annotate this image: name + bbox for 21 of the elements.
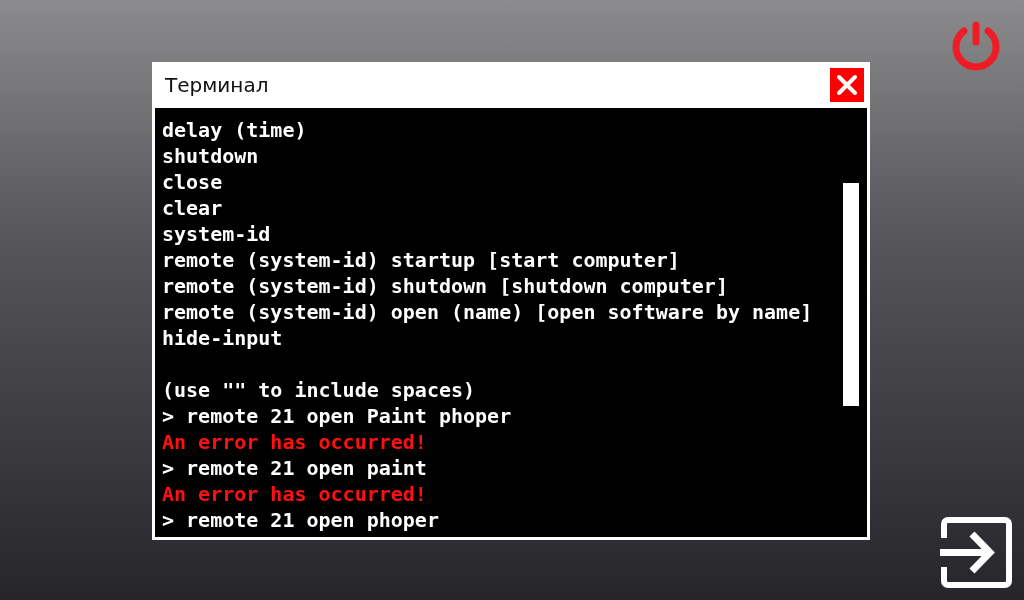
scrollbar-thumb[interactable] [843, 183, 859, 406]
terminal-line: (use "" to include spaces) [162, 377, 477, 403]
terminal-line: system-id [162, 221, 272, 247]
terminal-line: > remote 21 open paint [162, 455, 428, 481]
terminal-line: > remote 21 open Paint phoper [162, 403, 513, 429]
terminal-line: remote (system-id) shutdown [shutdown computer] [162, 273, 729, 299]
terminal-line: hide-input [162, 325, 284, 351]
error-message: An error has occurred! [162, 481, 428, 507]
terminal-line: > remote 21 open phoper [162, 507, 440, 533]
error-message: An error has occurred! [162, 429, 428, 455]
terminal-line: shutdown [162, 143, 260, 169]
terminal-line: remote (system-id) open (name) [open software by name] [162, 299, 814, 325]
close-icon [836, 74, 858, 96]
exit-icon [940, 516, 1013, 589]
terminal-line: close [162, 169, 224, 195]
window-title: Терминал [165, 73, 269, 97]
close-button[interactable] [830, 68, 864, 102]
exit-button[interactable] [940, 516, 1013, 589]
terminal-line: clear [162, 195, 224, 221]
terminal-line: delay (time) [162, 117, 308, 143]
terminal-line: remote (system-id) startup [start computer] [162, 247, 681, 273]
